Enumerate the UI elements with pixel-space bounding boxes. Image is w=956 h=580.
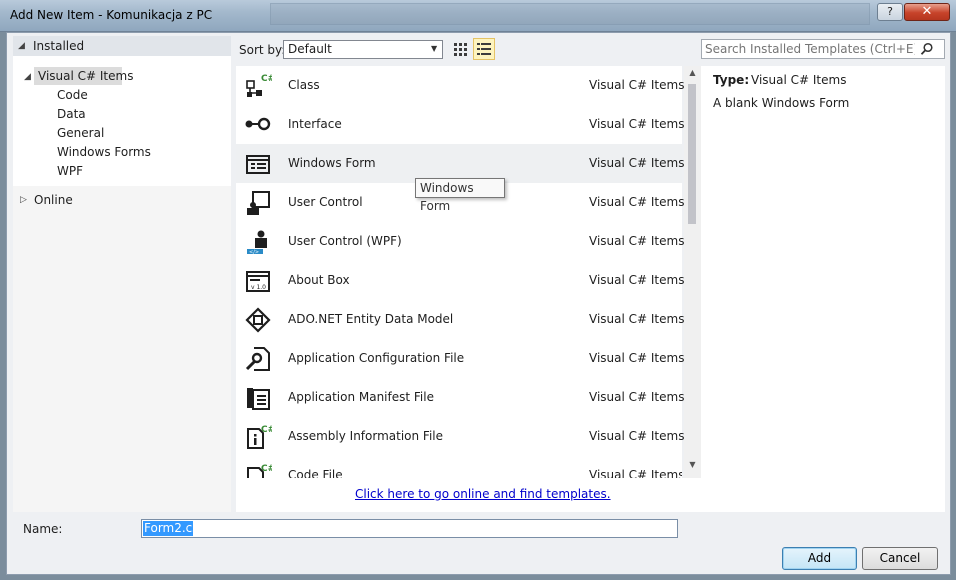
template-name: User Control (WPF) <box>288 234 402 248</box>
template-item-manifest-file[interactable]: Application Manifest File Visual C# Item… <box>236 378 685 417</box>
template-language: Visual C# Items <box>589 312 685 326</box>
name-label: Name: <box>23 522 63 536</box>
type-label: Type: <box>713 73 750 87</box>
template-name: ADO.NET Entity Data Model <box>288 312 454 326</box>
medium-icons-view-icon[interactable] <box>450 39 470 59</box>
sort-dropdown[interactable]: Default <box>283 40 443 59</box>
template-language: Visual C# Items <box>589 78 685 92</box>
template-language: Visual C# Items <box>589 468 682 478</box>
tree-item-installed[interactable]: Installed <box>33 39 84 53</box>
svg-text:v 1.0: v 1.0 <box>251 284 266 291</box>
svg-text:</>: </> <box>249 250 259 256</box>
config-file-icon <box>244 345 272 373</box>
code-file-icon: C# <box>244 462 275 478</box>
template-name: Application Configuration File <box>288 351 465 365</box>
search-icon[interactable] <box>920 42 934 56</box>
close-button[interactable]: ✕ <box>904 3 950 21</box>
search-input[interactable] <box>705 41 915 57</box>
windows-form-icon <box>244 150 272 178</box>
name-input[interactable] <box>141 519 678 538</box>
collapse-arrow-icon[interactable]: ◢ <box>24 72 31 82</box>
template-item-config-file[interactable]: Application Configuration File Visual C#… <box>236 339 685 378</box>
template-item-class[interactable]: C# Class Visual C# Items <box>236 66 685 105</box>
tree-item-visual-csharp[interactable]: Visual C# Items <box>38 69 133 83</box>
template-language: Visual C# Items <box>589 273 685 287</box>
help-button[interactable]: ? <box>877 3 903 21</box>
template-item-code-file[interactable]: C# Code File Visual C# Items <box>236 456 682 478</box>
template-name: Windows Form <box>288 156 376 170</box>
template-item-interface[interactable]: Interface Visual C# Items <box>236 105 685 144</box>
tree-item-wpf[interactable]: WPF <box>57 164 83 178</box>
template-description: A blank Windows Form <box>713 96 850 110</box>
about-box-icon: v 1.0 <box>244 267 272 295</box>
template-name: Class <box>288 78 320 92</box>
type-value: Visual C# Items <box>751 73 847 87</box>
template-name: About Box <box>288 273 350 287</box>
sort-label: Sort by: <box>239 43 286 57</box>
user-control-icon <box>244 189 272 217</box>
template-language: Visual C# Items <box>589 156 685 170</box>
search-box[interactable] <box>701 39 945 59</box>
user-control-wpf-icon: </> <box>244 228 272 256</box>
template-language: Visual C# Items <box>589 351 685 365</box>
find-templates-online-link[interactable]: Click here to go online and find templat… <box>355 487 611 501</box>
tooltip: Windows Form <box>415 178 505 213</box>
entity-data-model-icon <box>244 306 272 334</box>
template-language: Visual C# Items <box>589 390 685 404</box>
template-name: Application Manifest File <box>288 390 434 404</box>
template-language: Visual C# Items <box>589 117 685 131</box>
tree-item-general[interactable]: General <box>57 126 104 140</box>
tree-item-code[interactable]: Code <box>57 88 88 102</box>
collapse-arrow-icon[interactable]: ◢ <box>18 41 25 51</box>
manifest-file-icon <box>244 384 272 412</box>
template-item-user-control-wpf[interactable]: </> User Control (WPF) Visual C# Items <box>236 222 685 261</box>
template-item-about-box[interactable]: v 1.0 About Box Visual C# Items <box>236 261 685 300</box>
template-name: Interface <box>288 117 342 131</box>
class-icon: C# <box>244 72 275 100</box>
template-name: Assembly Information File <box>288 429 444 443</box>
assembly-info-icon: C# <box>244 423 275 451</box>
template-item-entity-data-model[interactable]: ADO.NET Entity Data Model Visual C# Item… <box>236 300 685 339</box>
list-view-icon[interactable] <box>473 38 495 60</box>
scrollbar-thumb[interactable] <box>688 84 696 224</box>
interface-icon <box>244 111 272 139</box>
svg-text:C#: C# <box>261 74 272 84</box>
template-language: Visual C# Items <box>589 195 685 209</box>
background-toolbar <box>270 3 870 25</box>
tree-item-online[interactable]: Online <box>34 193 73 207</box>
cancel-button[interactable]: Cancel <box>862 547 938 570</box>
details-panel <box>701 66 945 512</box>
window-title: Add New Item - Komunikacja z PC <box>10 8 213 22</box>
tree-item-windows-forms[interactable]: Windows Forms <box>57 145 151 159</box>
tree-item-data[interactable]: Data <box>57 107 86 121</box>
scroll-up-icon[interactable]: ▲ <box>684 68 701 77</box>
template-language: Visual C# Items <box>589 234 685 248</box>
dropdown-arrow-icon[interactable]: ▼ <box>431 44 437 53</box>
name-input-value[interactable]: Form2.cs <box>143 521 199 536</box>
expand-arrow-icon[interactable]: ▷ <box>20 195 27 205</box>
scroll-down-icon[interactable]: ▼ <box>684 460 701 469</box>
add-button[interactable]: Add <box>782 547 857 570</box>
template-language: Visual C# Items <box>589 429 685 443</box>
template-name: User Control <box>288 195 363 209</box>
template-name: Code File <box>288 468 343 478</box>
template-item-assembly-info[interactable]: C# Assembly Information File Visual C# I… <box>236 417 685 456</box>
